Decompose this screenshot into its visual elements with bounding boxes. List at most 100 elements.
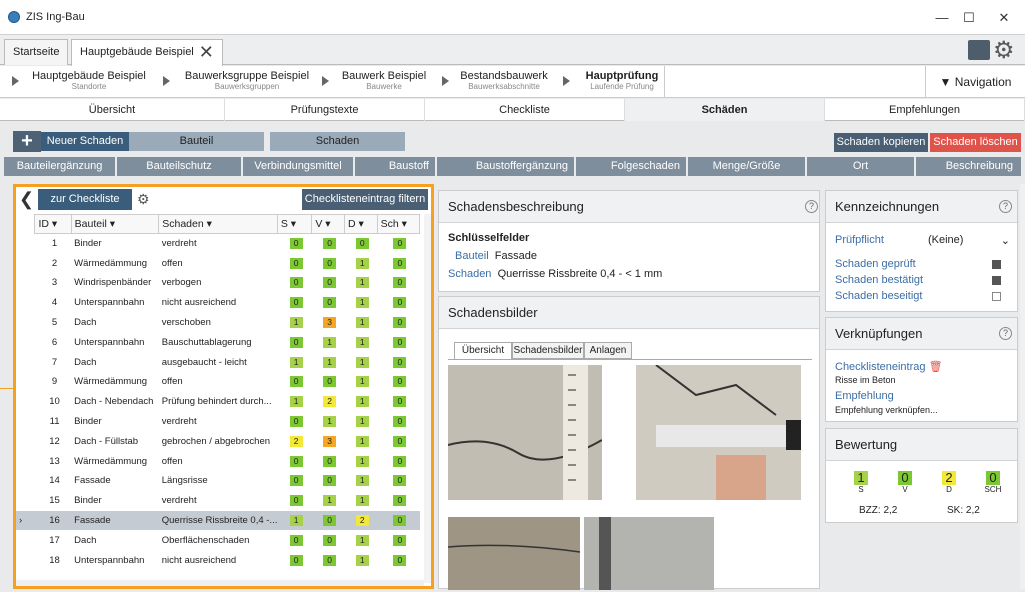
- main-scrollbar[interactable]: [1020, 184, 1025, 589]
- confirmed-checkbox[interactable]: [992, 276, 1001, 285]
- checklist-entry-link[interactable]: Checklisteneintrag 🗑: [835, 360, 943, 373]
- image-tab-uebersicht[interactable]: Übersicht: [454, 342, 512, 360]
- image-tab-schadensbilder[interactable]: Schadensbilder: [512, 342, 584, 359]
- chevron-left-icon[interactable]: ❮: [19, 189, 34, 210]
- help-icon[interactable]: ?: [999, 200, 1012, 213]
- rating-chip: 1: [355, 554, 369, 566]
- table-row[interactable]: 1 Binder verdreht 0 0 0 0: [16, 234, 420, 254]
- rating-chip: 1: [355, 495, 369, 507]
- minimize-button[interactable]: —: [928, 8, 956, 28]
- delete-damage-button[interactable]: Schaden löschen: [930, 133, 1021, 152]
- subtab-bauteilschutz[interactable]: Bauteilschutz: [117, 157, 241, 176]
- horizontal-scrollbar[interactable]: [16, 580, 424, 586]
- tab-checkliste[interactable]: Checkliste: [425, 99, 625, 121]
- table-row[interactable]: 17 Dach Oberflächenschaden 0 0 1 0: [16, 530, 420, 550]
- col-d[interactable]: D ▾: [343, 214, 378, 234]
- schaden-button[interactable]: Schaden: [270, 132, 405, 151]
- table-row[interactable]: 3 Windrispenbänder verbogen 0 0 1 0: [16, 273, 420, 293]
- table-row[interactable]: 12 Dach - Füllstab gebrochen / abgebrochen…: [16, 431, 420, 451]
- help-icon[interactable]: ?: [805, 200, 818, 213]
- recommendation-value[interactable]: Empfehlung verknüpfen...: [835, 405, 938, 415]
- subtab-beschreibung[interactable]: Beschreibung: [916, 157, 1021, 176]
- cell-schaden: Prüfung behindert durch...: [161, 396, 272, 408]
- copy-damage-button[interactable]: Schaden kopieren: [834, 133, 928, 152]
- subtab-menge[interactable]: Menge/Größe: [688, 157, 805, 176]
- tab-hauptgebaeude[interactable]: Hauptgebäude Beispiel ✕: [71, 39, 223, 66]
- rating-chip: 0: [393, 554, 407, 566]
- table-row[interactable]: 6 Unterspannbahn Bauschuttablagerung 0 1 1 0: [16, 332, 420, 352]
- cell-id: 9: [51, 376, 58, 388]
- close-tab-icon[interactable]: ✕: [199, 42, 214, 62]
- table-row[interactable]: 5 Dach verschoben 1 3 1 0: [16, 313, 420, 333]
- table-row[interactable]: 13 Wärmedämmung offen 0 0 1 0: [16, 451, 420, 471]
- cell-s: 0: [277, 471, 311, 491]
- cell-s: 0: [277, 273, 311, 293]
- damage-list-panel: ❮ zur Checkliste ⚙ Checklisteneintrag fi…: [13, 184, 434, 589]
- close-button[interactable]: ✕: [990, 8, 1018, 28]
- damage-photo[interactable]: [448, 517, 580, 590]
- table-row[interactable]: › 16 Fassade Querrisse Rissbreite 0,4 -... 1…: [16, 510, 420, 531]
- subtab-bauteilergaenzung[interactable]: Bauteilergänzung: [4, 157, 115, 176]
- bauteil-button[interactable]: Bauteil: [129, 132, 264, 151]
- table-row[interactable]: 9 Wärmedämmung offen 0 0 1 0: [16, 372, 420, 392]
- image-tab-anlagen[interactable]: Anlagen: [584, 342, 632, 359]
- table-row[interactable]: 4 Unterspannbahn nicht ausreichend 0 0 1 0: [16, 293, 420, 313]
- column-settings-icon[interactable]: ⚙: [137, 191, 155, 209]
- subtab-verbindungsmittel[interactable]: Verbindungsmittel: [243, 157, 353, 176]
- back-to-checklist-button[interactable]: zur Checkliste: [38, 189, 132, 210]
- breadcrumb-item[interactable]: Bestandsbauwerk Bauwerksabschnitte: [458, 66, 550, 98]
- rating-chip: 0: [355, 238, 369, 250]
- rating-chip: 0: [289, 554, 303, 566]
- breadcrumb-item-active[interactable]: Hauptprüfung Laufende Prüfung: [580, 66, 665, 98]
- subtab-ort[interactable]: Ort: [807, 157, 914, 176]
- tab-startseite[interactable]: Startseite: [4, 39, 69, 65]
- subtab-folgeschaden[interactable]: Folgeschaden: [576, 157, 686, 176]
- col-id[interactable]: ID ▾: [34, 214, 72, 234]
- col-sch[interactable]: Sch ▾: [376, 214, 421, 234]
- table-row[interactable]: 10 Dach - Nebendach Prüfung behindert durc…: [16, 392, 420, 412]
- table-row[interactable]: 18 Unterspannbahn nicht ausreichend 0 0 1 0: [16, 550, 420, 570]
- tab-schaeden[interactable]: Schäden: [625, 99, 825, 121]
- rating-chip: 1: [355, 416, 369, 428]
- gear-icon[interactable]: ⚙: [993, 36, 1015, 65]
- tab-uebersicht[interactable]: Übersicht: [0, 99, 225, 121]
- table-row[interactable]: 14 Fassade Längsrisse 0 0 1 0: [16, 471, 420, 491]
- subtab-baustoff[interactable]: Baustoff: [355, 157, 435, 176]
- print-icon[interactable]: [968, 40, 990, 60]
- chevron-right-icon: [322, 76, 329, 86]
- help-icon[interactable]: ?: [999, 327, 1012, 340]
- vertical-scrollbar[interactable]: [424, 214, 431, 583]
- checked-checkbox[interactable]: [992, 260, 1001, 269]
- maximize-button[interactable]: ☐: [955, 8, 983, 28]
- pruefpflicht-select[interactable]: (Keine) ⌄: [928, 234, 1010, 247]
- col-schaden[interactable]: Schaden ▾: [158, 214, 278, 234]
- table-row[interactable]: 15 Binder verdreht 0 1 1 0: [16, 491, 420, 511]
- tab-empfehlungen[interactable]: Empfehlungen: [825, 99, 1025, 121]
- removed-checkbox[interactable]: [992, 292, 1001, 301]
- new-damage-button[interactable]: Neuer Schaden: [41, 132, 129, 151]
- table-row[interactable]: 7 Dach ausgebaucht - leicht 1 1 1 0: [16, 352, 420, 372]
- table-row[interactable]: 11 Binder verdreht 0 1 1 0: [16, 412, 420, 432]
- rating-chip: 0: [393, 376, 407, 388]
- add-icon[interactable]: +: [13, 131, 41, 152]
- damage-photo[interactable]: [584, 517, 714, 590]
- breadcrumb-item[interactable]: Bauwerksgruppe Beispiel Bauwerksgruppen: [182, 66, 312, 98]
- bzz-value: BZZ: 2,2: [859, 505, 898, 516]
- damage-photo[interactable]: [448, 365, 602, 500]
- col-v[interactable]: V ▾: [311, 214, 345, 234]
- navigation-button[interactable]: ▼ Navigation: [925, 66, 1025, 98]
- table-row[interactable]: 2 Wärmedämmung offen 0 0 1 0: [16, 253, 420, 273]
- tab-pruefungstexte[interactable]: Prüfungstexte: [225, 99, 425, 121]
- damage-photo[interactable]: [636, 365, 801, 500]
- col-s[interactable]: S ▾: [276, 214, 313, 234]
- cell-d: 1: [344, 372, 377, 392]
- filter-checklist-button[interactable]: Checklisteneintrag filtern: [302, 189, 428, 210]
- row-indicator: [16, 332, 35, 352]
- recommendation-link[interactable]: Empfehlung: [835, 390, 894, 402]
- breadcrumb-item[interactable]: Hauptgebäude Beispiel Standorte: [30, 66, 148, 98]
- cell-schaden: Längsrisse: [161, 475, 208, 487]
- breadcrumb-item[interactable]: Bauwerk Beispiel Bauwerke: [338, 66, 430, 98]
- col-bauteil[interactable]: Bauteil ▾: [70, 214, 160, 234]
- trash-icon[interactable]: 🗑: [929, 361, 943, 373]
- subtab-baustoffergaenzung[interactable]: Baustoffergänzung: [437, 157, 574, 176]
